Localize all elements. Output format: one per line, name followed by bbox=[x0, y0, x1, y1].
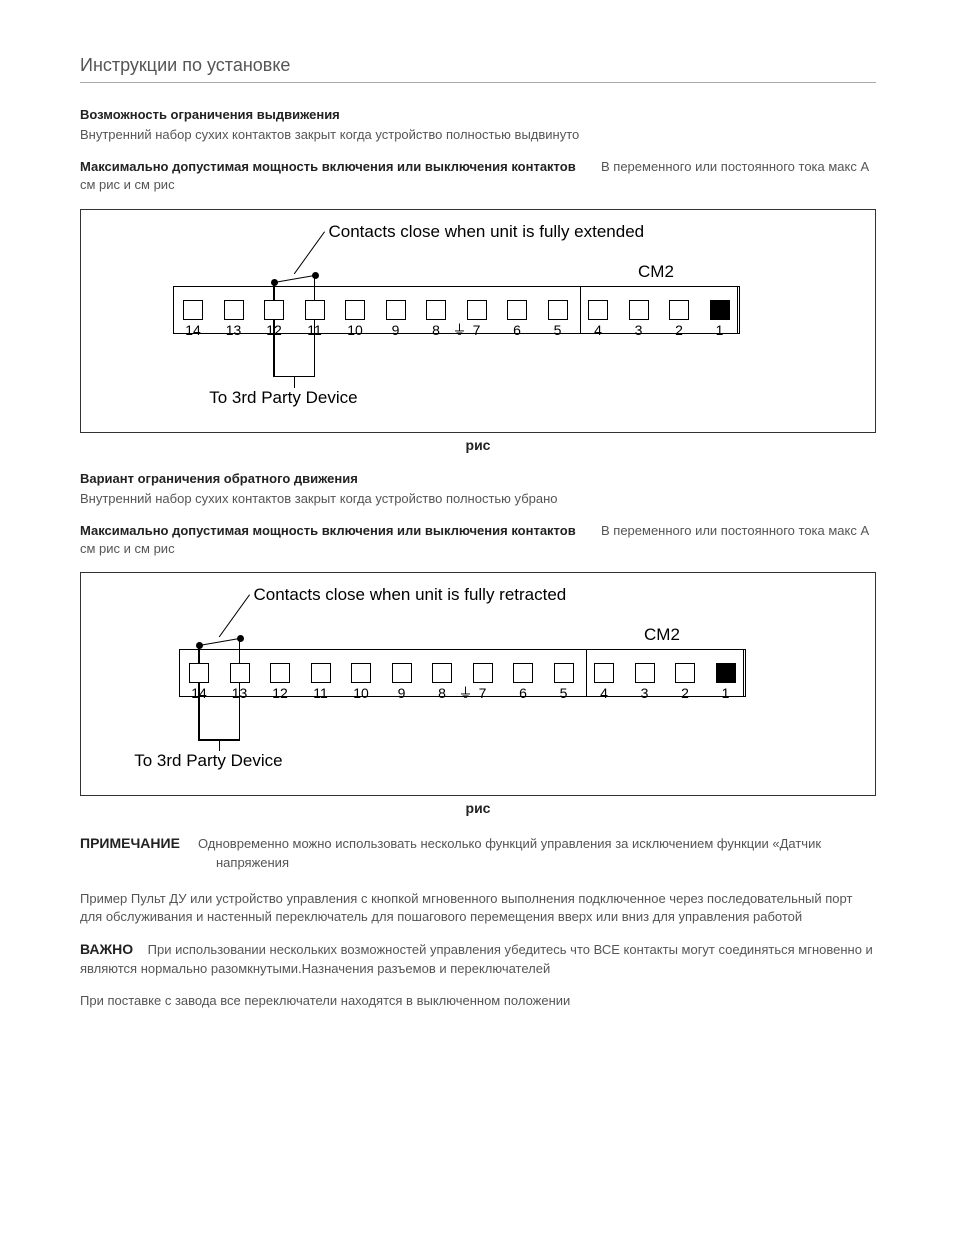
important-text: При использовании нескольких возможносте… bbox=[80, 942, 873, 976]
figure-2-caption: рис bbox=[80, 800, 876, 816]
terminal-number: 14 bbox=[181, 322, 205, 338]
terminal-number: 10 bbox=[349, 685, 373, 701]
terminal-box bbox=[264, 300, 284, 320]
terminal-number: 7 bbox=[471, 685, 495, 701]
terminal-number: 5 bbox=[552, 685, 576, 701]
terminal-box bbox=[183, 300, 203, 320]
ground-icon: ⏚ bbox=[459, 683, 473, 703]
section1-desc: Внутренний набор сухих контактов закрыт … bbox=[80, 126, 876, 144]
terminal-number: 5 bbox=[546, 322, 570, 338]
section2-desc: Внутренний набор сухих контактов закрыт … bbox=[80, 490, 876, 508]
terminal-box bbox=[467, 300, 487, 320]
bridge-wire bbox=[274, 275, 315, 283]
terminal-number: 3 bbox=[633, 685, 657, 701]
terminal-box bbox=[224, 300, 244, 320]
terminal-number: 3 bbox=[627, 322, 651, 338]
terminal-box bbox=[716, 663, 736, 683]
terminal-number: 2 bbox=[667, 322, 691, 338]
terminal-number: 12 bbox=[268, 685, 292, 701]
cm2-label: CM2 bbox=[638, 262, 674, 282]
figure-top-label: Contacts close when unit is fully extend… bbox=[329, 222, 645, 242]
terminal-box bbox=[710, 300, 730, 320]
terminal-box bbox=[635, 663, 655, 683]
terminal-number: 13 bbox=[222, 322, 246, 338]
note-text: Одновременно можно использовать нескольк… bbox=[198, 836, 821, 870]
section1-rating: Максимально допустимая мощность включени… bbox=[80, 158, 876, 194]
terminal-number: 4 bbox=[592, 685, 616, 701]
terminal-box bbox=[311, 663, 331, 683]
contact-stub bbox=[239, 638, 240, 663]
terminal-box bbox=[554, 663, 574, 683]
terminal-number: 1 bbox=[714, 685, 738, 701]
leader-line bbox=[198, 683, 199, 739]
note-block: ПРИМЕЧАНИЕ Одновременно можно использова… bbox=[80, 834, 876, 872]
terminal-number: 4 bbox=[586, 322, 610, 338]
terminal-number: 9 bbox=[390, 685, 414, 701]
terminal-number: 9 bbox=[384, 322, 408, 338]
contact-stub bbox=[273, 282, 274, 300]
leader-line bbox=[314, 320, 315, 376]
terminal-number: 8 bbox=[430, 685, 454, 701]
terminal-number: 8 bbox=[424, 322, 448, 338]
leader-line bbox=[273, 320, 274, 376]
terminal-box bbox=[513, 663, 533, 683]
leader-line bbox=[293, 231, 324, 274]
terminal-number: 10 bbox=[343, 322, 367, 338]
section1-heading: Возможность ограничения выдвижения bbox=[80, 107, 876, 122]
terminal-number: 11 bbox=[309, 685, 333, 701]
section2-rating-lead: Максимально допустимая мощность включени… bbox=[80, 523, 576, 538]
terminal-box bbox=[507, 300, 527, 320]
page: Инструкции по установке Возможность огра… bbox=[0, 0, 954, 1235]
figure-2: CM21413121110987654321⏚Contacts close wh… bbox=[80, 572, 876, 796]
contact-stub bbox=[198, 645, 199, 663]
terminal-number: 7 bbox=[465, 322, 489, 338]
leader-line bbox=[218, 595, 249, 638]
terminal-box bbox=[548, 300, 568, 320]
figure-bottom-label: To 3rd Party Device bbox=[209, 388, 357, 408]
terminal-box bbox=[669, 300, 689, 320]
figure-bottom-label: To 3rd Party Device bbox=[134, 751, 282, 771]
leader-line bbox=[239, 683, 240, 739]
terminal-box bbox=[392, 663, 412, 683]
example-text: Пример Пульт ДУ или устройство управлени… bbox=[80, 890, 876, 926]
section1-rating-lead: Максимально допустимая мощность включени… bbox=[80, 159, 576, 174]
terminal-box bbox=[473, 663, 493, 683]
figure-top-label: Contacts close when unit is fully retrac… bbox=[254, 585, 567, 605]
terminal-box bbox=[305, 300, 325, 320]
terminal-box bbox=[432, 663, 452, 683]
contact-stub bbox=[314, 275, 315, 300]
leader-stub bbox=[219, 739, 220, 751]
terminal-box bbox=[270, 663, 290, 683]
terminal-box bbox=[588, 300, 608, 320]
terminal-number: 2 bbox=[673, 685, 697, 701]
bridge-wire bbox=[199, 638, 240, 646]
terminal-box bbox=[675, 663, 695, 683]
leader-stub bbox=[294, 376, 295, 388]
page-title: Инструкции по установке bbox=[80, 55, 876, 83]
terminal-box bbox=[386, 300, 406, 320]
cm2-label: CM2 bbox=[644, 625, 680, 645]
note-label: ПРИМЕЧАНИЕ bbox=[80, 835, 180, 851]
figure-1: CM21413121110987654321⏚Contacts close wh… bbox=[80, 209, 876, 433]
terminal-box bbox=[189, 663, 209, 683]
terminal-box bbox=[351, 663, 371, 683]
important-label: ВАЖНО bbox=[80, 941, 133, 957]
section2-heading: Вариант ограничения обратного движения bbox=[80, 471, 876, 486]
terminal-number: 6 bbox=[505, 322, 529, 338]
terminal-box bbox=[426, 300, 446, 320]
terminal-box bbox=[594, 663, 614, 683]
terminal-box bbox=[629, 300, 649, 320]
section2-rating: Максимально допустимая мощность включени… bbox=[80, 522, 876, 558]
figure-1-caption: рис bbox=[80, 437, 876, 453]
important-block: ВАЖНО При использовании нескольких возмо… bbox=[80, 940, 876, 978]
terminal-number: 6 bbox=[511, 685, 535, 701]
factory-text: При поставке с завода все переключатели … bbox=[80, 992, 876, 1010]
terminal-box bbox=[345, 300, 365, 320]
terminal-number: 1 bbox=[708, 322, 732, 338]
ground-icon: ⏚ bbox=[453, 320, 467, 340]
terminal-box bbox=[230, 663, 250, 683]
